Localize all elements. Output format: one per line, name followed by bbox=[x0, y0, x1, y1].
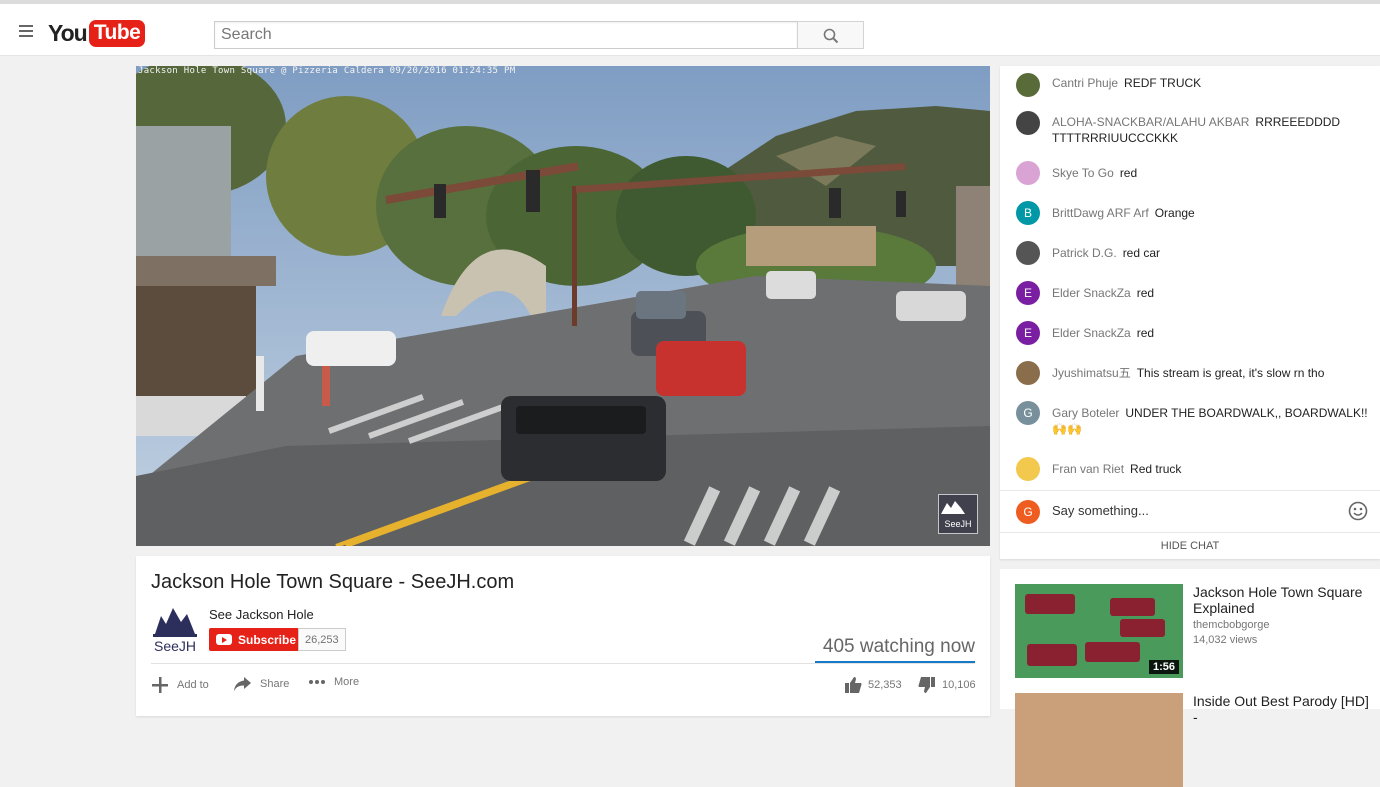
dislike-count: 10,106 bbox=[942, 679, 976, 691]
hide-chat-button[interactable]: HIDE CHAT bbox=[1000, 532, 1380, 559]
live-chat-panel: Cantri Phuje REDF TRUCK ALOHA-SNACKBAR/AL… bbox=[1000, 66, 1380, 559]
chat-avatar: E bbox=[1016, 321, 1040, 345]
channel-avatar[interactable]: SeeJH bbox=[151, 604, 199, 654]
video-player[interactable]: Jackson Hole Town Square @ Pizzeria Cald… bbox=[136, 66, 990, 546]
chat-avatar: E bbox=[1016, 281, 1040, 305]
chat-text: This stream is great, it's slow rn tho bbox=[1136, 366, 1325, 380]
chat-avatar bbox=[1016, 457, 1040, 481]
more-button[interactable]: More bbox=[308, 676, 359, 688]
subscriber-count: 26,253 bbox=[298, 628, 346, 651]
chat-text: red bbox=[1119, 166, 1138, 180]
emoji-button[interactable] bbox=[1348, 501, 1368, 526]
chat-message-list[interactable]: Cantri Phuje REDF TRUCK ALOHA-SNACKBAR/AL… bbox=[1000, 66, 1380, 490]
sentiment-bar bbox=[815, 661, 975, 663]
avatar-label: SeeJH bbox=[154, 638, 196, 654]
video-frame bbox=[136, 66, 990, 546]
chat-author[interactable]: Fran van Riet bbox=[1052, 462, 1124, 476]
chat-author[interactable]: Elder SnackZa bbox=[1052, 286, 1131, 300]
related-thumbnail[interactable]: 1:56 bbox=[1015, 584, 1183, 678]
chat-input-row: G bbox=[1000, 490, 1380, 532]
youtube-logo[interactable]: You Tube bbox=[48, 18, 146, 48]
plus-icon bbox=[152, 677, 168, 693]
share-label: Share bbox=[260, 678, 290, 690]
add-to-label: Add to bbox=[177, 679, 209, 691]
video-info-card: Jackson Hole Town Square - SeeJH.com See… bbox=[136, 556, 990, 716]
live-viewer-count: 405 watching now bbox=[822, 636, 975, 657]
related-title[interactable]: Jackson Hole Town Square Explained bbox=[1193, 584, 1373, 616]
chat-text: red bbox=[1136, 326, 1155, 340]
search-input[interactable] bbox=[214, 21, 798, 49]
share-button[interactable]: Share bbox=[233, 676, 289, 692]
thumbs-down-icon bbox=[918, 677, 935, 693]
masthead: You Tube bbox=[0, 0, 1380, 56]
chat-author[interactable]: Gary Boteler bbox=[1052, 406, 1119, 420]
chat-text: REDF TRUCK bbox=[1124, 76, 1202, 90]
related-title[interactable]: Inside Out Best Parody [HD] - bbox=[1193, 693, 1373, 725]
chat-avatar bbox=[1016, 241, 1040, 265]
chat-author[interactable]: BrittDawg ARF Arf bbox=[1052, 206, 1149, 220]
logo-tube-text: Tube bbox=[88, 19, 146, 47]
subscribe-button[interactable]: Subscribe bbox=[209, 628, 304, 651]
related-videos: 1:56 Jackson Hole Town Square Explained … bbox=[1000, 569, 1380, 787]
chat-text: Orange bbox=[1154, 206, 1195, 220]
seejh-watermark: SeeJH bbox=[938, 494, 978, 534]
chat-avatar: G bbox=[1016, 401, 1040, 425]
chat-avatar: B bbox=[1016, 201, 1040, 225]
smiley-icon bbox=[1348, 501, 1368, 521]
related-views: 14,032 views bbox=[1193, 634, 1258, 646]
thumbs-up-icon bbox=[845, 677, 862, 693]
chat-author[interactable]: Jyushimatsu五 bbox=[1052, 366, 1131, 380]
chat-text: Red truck bbox=[1130, 462, 1182, 476]
chat-avatar bbox=[1016, 361, 1040, 385]
camera-overlay-caption: Jackson Hole Town Square @ Pizzeria Cald… bbox=[138, 66, 516, 76]
more-dots-icon bbox=[309, 680, 325, 684]
current-user-avatar: G bbox=[1016, 500, 1040, 524]
watermark-label: SeeJH bbox=[944, 519, 972, 529]
seejh-logo-icon: SeeJH bbox=[153, 608, 197, 654]
related-channel: themcbobgorge bbox=[1193, 619, 1270, 631]
chat-avatar bbox=[1016, 73, 1040, 97]
subscribe-label: Subscribe bbox=[238, 632, 297, 647]
related-thumbnail[interactable] bbox=[1015, 693, 1183, 787]
chat-author[interactable]: Patrick D.G. bbox=[1052, 246, 1117, 260]
youtube-play-icon bbox=[216, 634, 232, 645]
search-button[interactable] bbox=[797, 21, 864, 49]
chat-message-input[interactable] bbox=[1052, 503, 1332, 518]
dislike-button[interactable]: 10,106 bbox=[918, 676, 976, 694]
channel-name-link[interactable]: See Jackson Hole bbox=[209, 607, 314, 622]
chat-author[interactable]: Cantri Phuje bbox=[1052, 76, 1118, 90]
share-arrow-icon bbox=[234, 677, 251, 691]
logo-you-text: You bbox=[48, 19, 88, 46]
chat-avatar bbox=[1016, 161, 1040, 185]
chat-author[interactable]: Elder SnackZa bbox=[1052, 326, 1131, 340]
chat-avatar bbox=[1016, 111, 1040, 135]
video-duration: 1:56 bbox=[1148, 660, 1179, 674]
chat-text: red bbox=[1136, 286, 1155, 300]
mountain-logo-icon bbox=[941, 501, 965, 514]
info-divider bbox=[151, 663, 975, 664]
search-icon bbox=[823, 28, 839, 44]
like-button[interactable]: 52,353 bbox=[844, 676, 902, 694]
chat-text: red car bbox=[1122, 246, 1161, 260]
add-to-button[interactable]: Add to bbox=[151, 676, 209, 694]
like-count: 52,353 bbox=[868, 679, 902, 691]
chat-author[interactable]: ALOHA-SNACKBAR/ALAHU AKBAR bbox=[1052, 115, 1249, 129]
more-label: More bbox=[334, 676, 360, 688]
video-title: Jackson Hole Town Square - SeeJH.com bbox=[151, 571, 515, 593]
hamburger-menu-icon[interactable] bbox=[19, 25, 33, 37]
chat-author[interactable]: Skye To Go bbox=[1052, 166, 1114, 180]
